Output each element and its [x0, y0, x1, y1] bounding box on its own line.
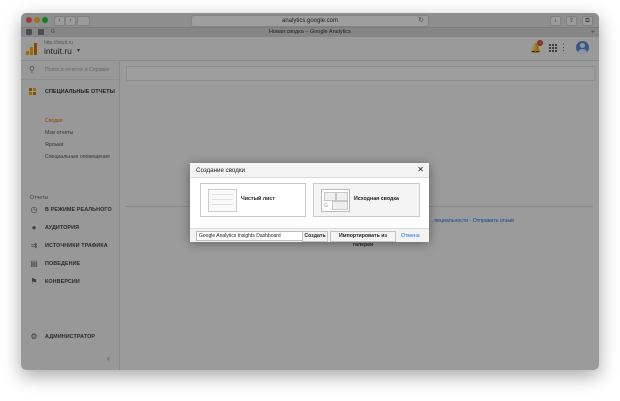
blank-canvas-option[interactable]: Чистый лист — [200, 183, 306, 217]
dialog-footer: Создать Импортировать из галереи Отмена — [190, 228, 429, 248]
blank-canvas-thumbnail — [208, 189, 237, 212]
option-label: Чистый лист — [241, 196, 275, 202]
option-label: Исходная сводка — [354, 196, 399, 202]
dashboard-name-input[interactable] — [196, 231, 304, 241]
starter-dashboard-thumbnail: G — [321, 189, 350, 212]
create-dashboard-dialog: Создание сводки ✕ Чистый лист G Исходная… — [190, 163, 429, 248]
starter-dashboard-option[interactable]: G Исходная сводка — [313, 183, 420, 217]
close-icon[interactable]: ✕ — [417, 165, 424, 175]
dialog-header: Создание сводки ✕ — [190, 163, 429, 178]
dialog-title: Создание сводки — [196, 167, 246, 174]
cancel-link[interactable]: Отмена — [401, 233, 420, 239]
create-button[interactable]: Создать — [302, 231, 328, 242]
import-from-gallery-button[interactable]: Импортировать из галереи — [330, 231, 396, 248]
